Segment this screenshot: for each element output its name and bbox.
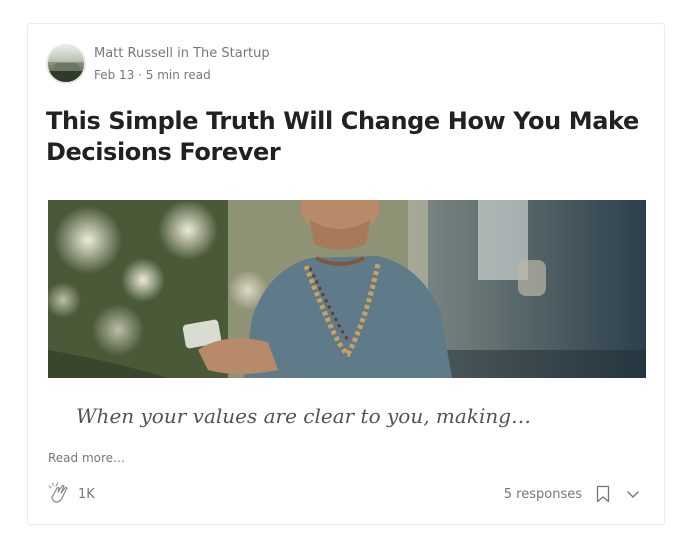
post-actions: 5 responses	[504, 482, 644, 506]
chevron-down-icon[interactable]	[622, 482, 644, 506]
responses-link[interactable]: 5 responses	[504, 487, 582, 502]
hero-photo-illustration	[48, 200, 646, 378]
post-subtitle[interactable]: When your values are clear to you, makin…	[76, 404, 531, 428]
avatar-sky	[48, 46, 84, 63]
read-more-link[interactable]: Read more…	[48, 451, 125, 465]
bookmark-icon[interactable]	[592, 482, 614, 506]
clap-icon[interactable]	[48, 482, 72, 506]
avatar-ground	[48, 71, 84, 82]
post-title[interactable]: This Simple Truth Will Change How You Ma…	[46, 106, 646, 168]
clap-group: 1K	[48, 482, 95, 506]
author-avatar[interactable]	[46, 44, 86, 84]
post-hero-image[interactable]	[48, 200, 646, 378]
post-date-readtime: Feb 13 · 5 min read	[94, 67, 211, 82]
author-publication-link[interactable]: Matt Russell in The Startup	[94, 45, 270, 63]
clap-count[interactable]: 1K	[78, 487, 95, 502]
post-card: Matt Russell in The Startup Feb 13 · 5 m…	[27, 23, 665, 525]
author-row: Matt Russell in The Startup Feb 13 · 5 m…	[46, 44, 270, 84]
post-meta: Matt Russell in The Startup Feb 13 · 5 m…	[94, 45, 270, 84]
post-footer: 1K 5 responses	[48, 482, 644, 508]
